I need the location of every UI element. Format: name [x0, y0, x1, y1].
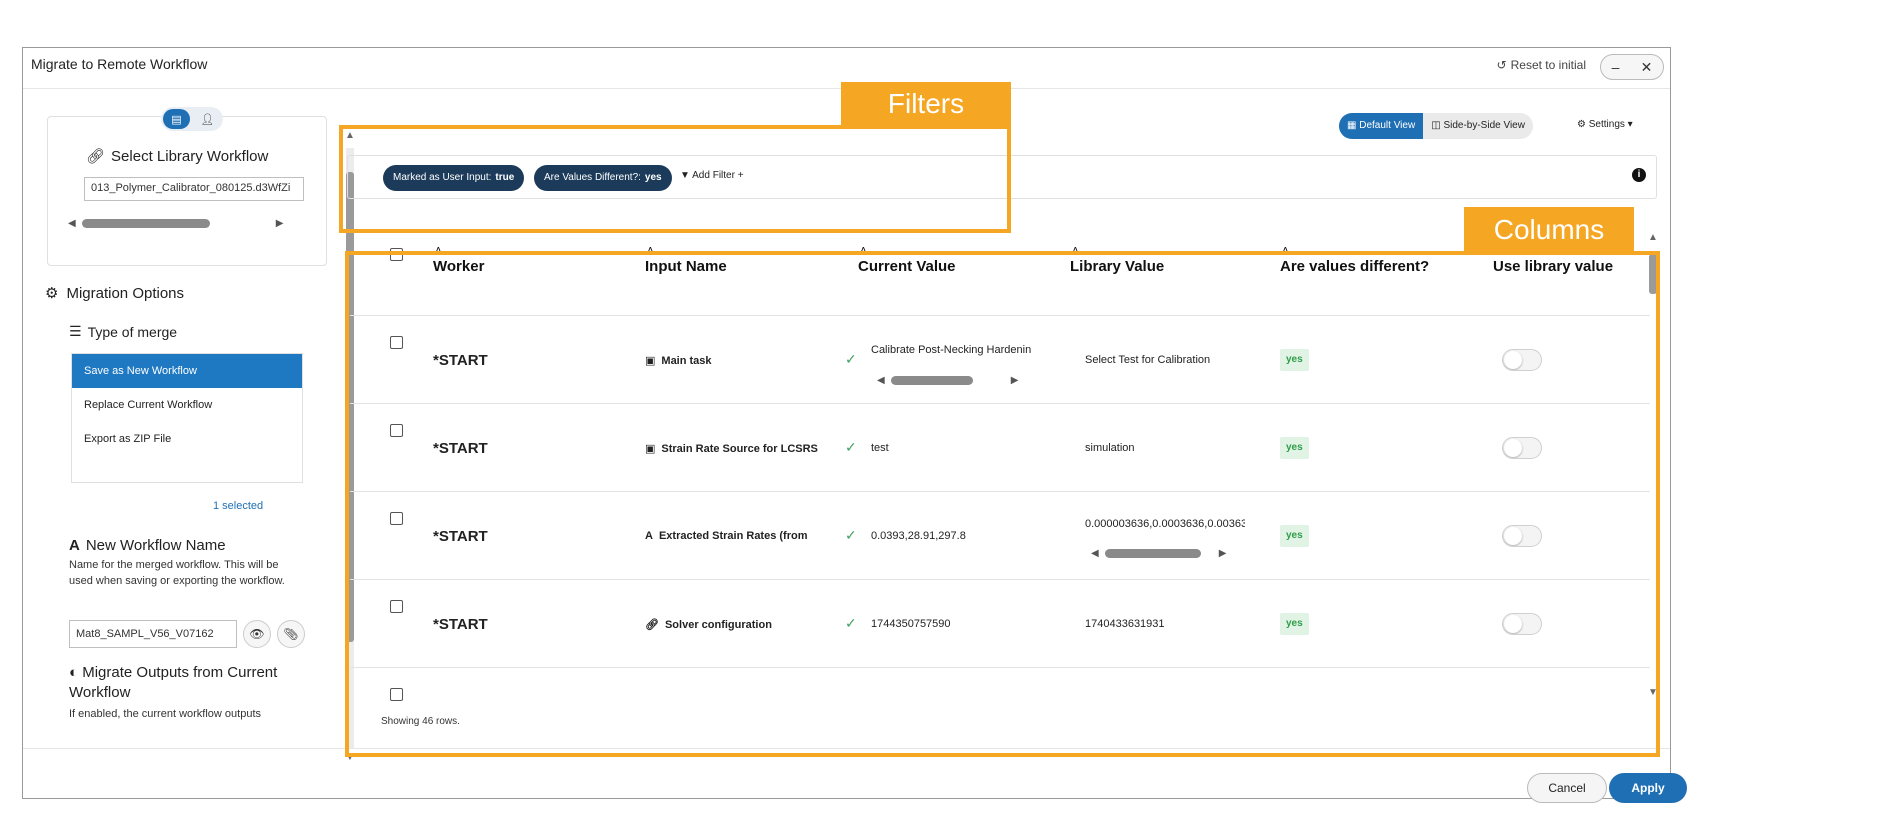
paperclip-icon: 📎︎	[283, 627, 299, 641]
eye-icon: 👁︎	[249, 627, 265, 641]
filters-highlight-box	[339, 125, 1011, 233]
window-controls: – ✕	[1600, 54, 1664, 80]
library-workflow-input[interactable]: 013_Polymer_Calibrator_080125.d3WfZi	[84, 177, 304, 201]
library-title: 🔗︎ Select Library Workflow	[86, 147, 269, 166]
new-workflow-name-input[interactable]: Mat8_SAMPL_V56_V07162	[69, 620, 237, 648]
tab-default-view[interactable]: ▦ Default View	[1339, 113, 1424, 139]
list-view-icon[interactable]: ▤	[163, 109, 190, 129]
settings-menu[interactable]: ⚙ Settings ▾	[1577, 119, 1633, 130]
new-workflow-name-heading: A New Workflow Name	[69, 537, 226, 554]
columns-annotation-label: Columns	[1464, 207, 1634, 253]
toggle-icon[interactable]: ◐	[69, 664, 78, 681]
filters-annotation-label: Filters	[841, 82, 1011, 126]
scroll-up-icon[interactable]: ▲	[1648, 232, 1658, 243]
apply-button[interactable]: Apply	[1609, 773, 1687, 803]
merge-option-export-zip[interactable]: Export as ZIP File	[72, 422, 302, 456]
new-workflow-name-description: Name for the merged workflow. This will …	[69, 559, 285, 587]
merge-option-replace[interactable]: Replace Current Workflow	[72, 388, 302, 422]
reset-label: Reset to initial	[1510, 58, 1586, 72]
gears-icon: ⚙	[45, 285, 59, 302]
merge-option-save-new[interactable]: Save as New Workflow	[72, 354, 302, 388]
type-of-merge-heading: ☰ Type of merge	[69, 323, 178, 340]
info-icon[interactable]: i	[1632, 168, 1646, 182]
panel-mode-toggle[interactable]: ▤ 👤︎	[161, 107, 223, 131]
columns-highlight-box	[345, 251, 1660, 757]
user-icon[interactable]: 👤︎	[194, 109, 221, 129]
list-icon: ☰	[69, 323, 82, 339]
text-icon: A	[69, 537, 80, 554]
reset-to-initial-button[interactable]: ↺ Reset to initial	[1497, 58, 1586, 72]
library-hscroll[interactable]: ◀ ▶	[68, 217, 283, 229]
caret-down-icon: ▾	[1627, 119, 1633, 130]
tab-side-by-side-view[interactable]: ◫ Side-by-Side View	[1423, 113, 1533, 139]
link-icon: 🔗︎	[86, 148, 106, 165]
attach-button[interactable]: 📎︎	[277, 620, 305, 648]
dialog-title: Migrate to Remote Workflow	[31, 56, 208, 72]
undo-icon: ↺	[1496, 58, 1507, 72]
minimize-icon[interactable]: –	[1612, 59, 1620, 75]
gear-icon: ⚙	[1577, 119, 1586, 130]
selected-count: 1 selected	[213, 500, 264, 512]
scroll-right-icon[interactable]: ▶	[276, 218, 284, 229]
view-toggle: ▦ Default View ◫ Side-by-Side View	[1339, 113, 1533, 139]
migration-options-heading: ⚙ Migration Options	[45, 284, 185, 303]
scroll-thumb[interactable]	[81, 218, 210, 228]
merge-options-list: Save as New Workflow Replace Current Wor…	[71, 353, 303, 483]
library-workflow-card: ▤ 👤︎ 🔗︎ Select Library Workflow 013_Poly…	[47, 107, 327, 266]
close-icon[interactable]: ✕	[1641, 59, 1653, 76]
scroll-left-icon[interactable]: ◀	[68, 218, 76, 229]
preview-button[interactable]: 👁︎	[243, 620, 271, 648]
cancel-button[interactable]: Cancel	[1527, 773, 1607, 803]
migrate-outputs-heading: ◐ Migrate Outputs from Current Workflow	[69, 664, 278, 701]
migrate-outputs-description: If enabled, the current workflow outputs	[69, 708, 261, 720]
